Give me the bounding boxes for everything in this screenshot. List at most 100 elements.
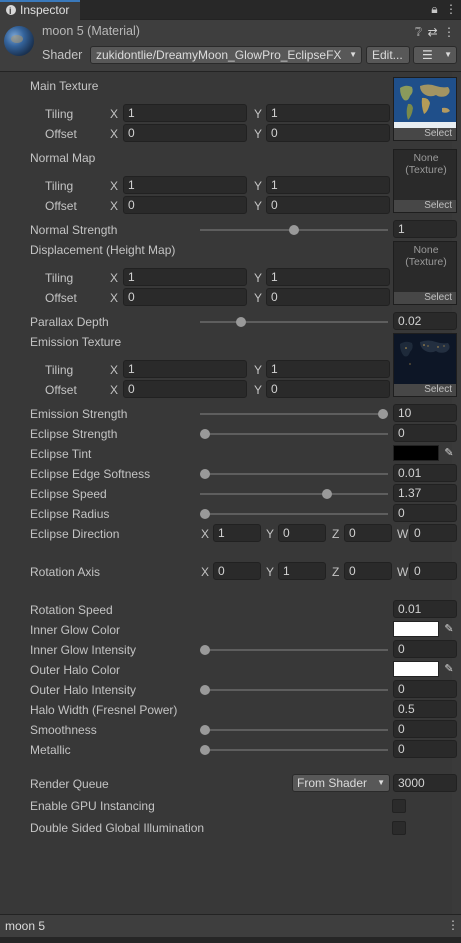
shader-dropdown[interactable]: zukidontlie/DreamyMoon_GlowPro_EclipseFX… [90,46,362,64]
normal-map-select-button[interactable]: Select [394,200,456,212]
chevron-down-icon: ▼ [377,778,385,787]
main-texture-tiling-x[interactable]: 1 [123,104,247,122]
outer-halo-slider-knob[interactable] [200,685,210,695]
eclipse-edge-slider-knob[interactable] [200,469,210,479]
main-texture-offset-x[interactable]: 0 [123,124,247,142]
outer-halo-color-swatch[interactable] [393,661,439,677]
parallax-depth-label: Parallax Depth [30,315,109,329]
normal-map-none-text: None (Texture) [405,152,447,176]
emission-tiling-label: Tiling [45,363,74,377]
main-texture-select-button[interactable]: Select [394,128,456,140]
inner-glow-slider-track[interactable] [200,649,388,651]
main-texture-slot[interactable]: Select [393,77,457,141]
eyedropper-icon[interactable]: ✎ [442,446,456,460]
emission-offset-x[interactable]: 0 [123,380,247,398]
eyedropper-icon[interactable]: ✎ [442,622,456,636]
eclipse-speed-slider-knob[interactable] [322,489,332,499]
y-label: Y [254,383,263,397]
eclipse-edge-slider-track[interactable] [200,473,388,475]
rotation-axis-y[interactable]: 1 [278,562,326,580]
metallic-value[interactable]: 0 [393,740,457,758]
eclipse-speed-slider-track[interactable] [200,493,388,495]
normal-map-tiling-y[interactable]: 1 [266,176,390,194]
smoothness-value[interactable]: 0 [393,720,457,738]
eyedropper-icon[interactable]: ✎ [442,662,456,676]
displacement-slot[interactable]: None (Texture) Select [393,241,457,305]
preview-header[interactable] [0,915,461,937]
outer-halo-intensity-value[interactable]: 0 [393,680,457,698]
displacement-tiling-y[interactable]: 1 [266,268,390,286]
normal-map-offset-x[interactable]: 0 [123,196,247,214]
emission-strength-slider-knob[interactable] [378,409,388,419]
render-queue-value[interactable]: 3000 [393,774,457,792]
main-texture-tiling-label: Tiling [45,107,74,121]
displacement-tiling-x[interactable]: 1 [123,268,247,286]
help-icon[interactable]: ❔︎ [415,25,422,39]
parallax-slider-track[interactable] [200,321,388,323]
shader-list-button[interactable]: ☰ ▼ [413,46,457,64]
rotation-speed-value[interactable]: 0.01 [393,600,457,618]
main-texture-tiling-y[interactable]: 1 [266,104,390,122]
eclipse-radius-slider-knob[interactable] [200,509,210,519]
eclipse-tint-swatch[interactable] [393,445,439,461]
inner-glow-color-swatch[interactable] [393,621,439,637]
displacement-offset-x[interactable]: 0 [123,288,247,306]
halo-width-label: Halo Width (Fresnel Power) [30,703,178,717]
eclipse-direction-w[interactable]: 0 [409,524,457,542]
displacement-tiling-label: Tiling [45,271,74,285]
rotation-axis-w[interactable]: 0 [409,562,457,580]
eclipse-strength-value[interactable]: 0 [393,424,457,442]
parallax-slider-knob[interactable] [236,317,246,327]
eclipse-strength-slider-track[interactable] [200,433,388,435]
eclipse-direction-x[interactable]: 1 [213,524,261,542]
main-texture-offset-y[interactable]: 0 [266,124,390,142]
displacement-offset-y[interactable]: 0 [266,288,390,306]
eclipse-edge-value[interactable]: 0.01 [393,464,457,482]
metallic-slider-track[interactable] [200,749,388,751]
lock-icon[interactable]: 🔒︎ [431,2,437,16]
outer-halo-slider-track[interactable] [200,689,388,691]
normal-map-tiling-x[interactable]: 1 [123,176,247,194]
header-menu-icon[interactable]: ⋮ [443,25,455,39]
emission-tiling-x[interactable]: 1 [123,360,247,378]
halo-width-value[interactable]: 0.5 [393,700,457,718]
eclipse-radius-slider-track[interactable] [200,513,388,515]
eclipse-speed-value[interactable]: 1.37 [393,484,457,502]
rotation-axis-x[interactable]: 0 [213,562,261,580]
eclipse-direction-y[interactable]: 0 [278,524,326,542]
x-label: X [201,565,210,579]
tab-menu-icon[interactable]: ⋮ [445,2,457,16]
emission-strength-value[interactable]: 10 [393,404,457,422]
y-label: Y [254,107,263,121]
eclipse-radius-value[interactable]: 0 [393,504,457,522]
displacement-select-button[interactable]: Select [394,292,456,304]
emission-texture-slot[interactable]: Select [393,333,457,397]
normal-map-slot[interactable]: None (Texture) Select [393,149,457,213]
emission-select-button[interactable]: Select [394,384,456,396]
preset-icon[interactable]: ⇄ [428,25,438,39]
smoothness-slider-knob[interactable] [200,725,210,735]
rotation-axis-z[interactable]: 0 [344,562,392,580]
smoothness-slider-track[interactable] [200,729,388,731]
emission-strength-slider-track[interactable] [200,413,388,415]
inner-glow-slider-knob[interactable] [200,645,210,655]
eclipse-strength-slider-knob[interactable] [200,429,210,439]
render-queue-dropdown[interactable]: From Shader ▼ [292,774,390,792]
edit-shader-button[interactable]: Edit... [366,46,410,64]
inner-glow-intensity-value[interactable]: 0 [393,640,457,658]
chevron-down-icon: ▼ [349,50,357,59]
gpu-instancing-checkbox[interactable] [392,799,406,813]
double-sided-gi-checkbox[interactable] [392,821,406,835]
normal-strength-value[interactable]: 1 [393,220,457,238]
parallax-depth-value[interactable]: 0.02 [393,312,457,330]
metallic-slider-knob[interactable] [200,745,210,755]
kebab-menu-icon[interactable]: ⋮ [447,918,459,932]
gpu-instancing-label: Enable GPU Instancing [30,799,155,813]
normal-strength-slider-knob[interactable] [289,225,299,235]
tab-inspector[interactable]: Inspector [0,0,80,20]
x-label: X [110,179,119,193]
emission-offset-y[interactable]: 0 [266,380,390,398]
eclipse-direction-z[interactable]: 0 [344,524,392,542]
normal-map-offset-y[interactable]: 0 [266,196,390,214]
emission-tiling-y[interactable]: 1 [266,360,390,378]
